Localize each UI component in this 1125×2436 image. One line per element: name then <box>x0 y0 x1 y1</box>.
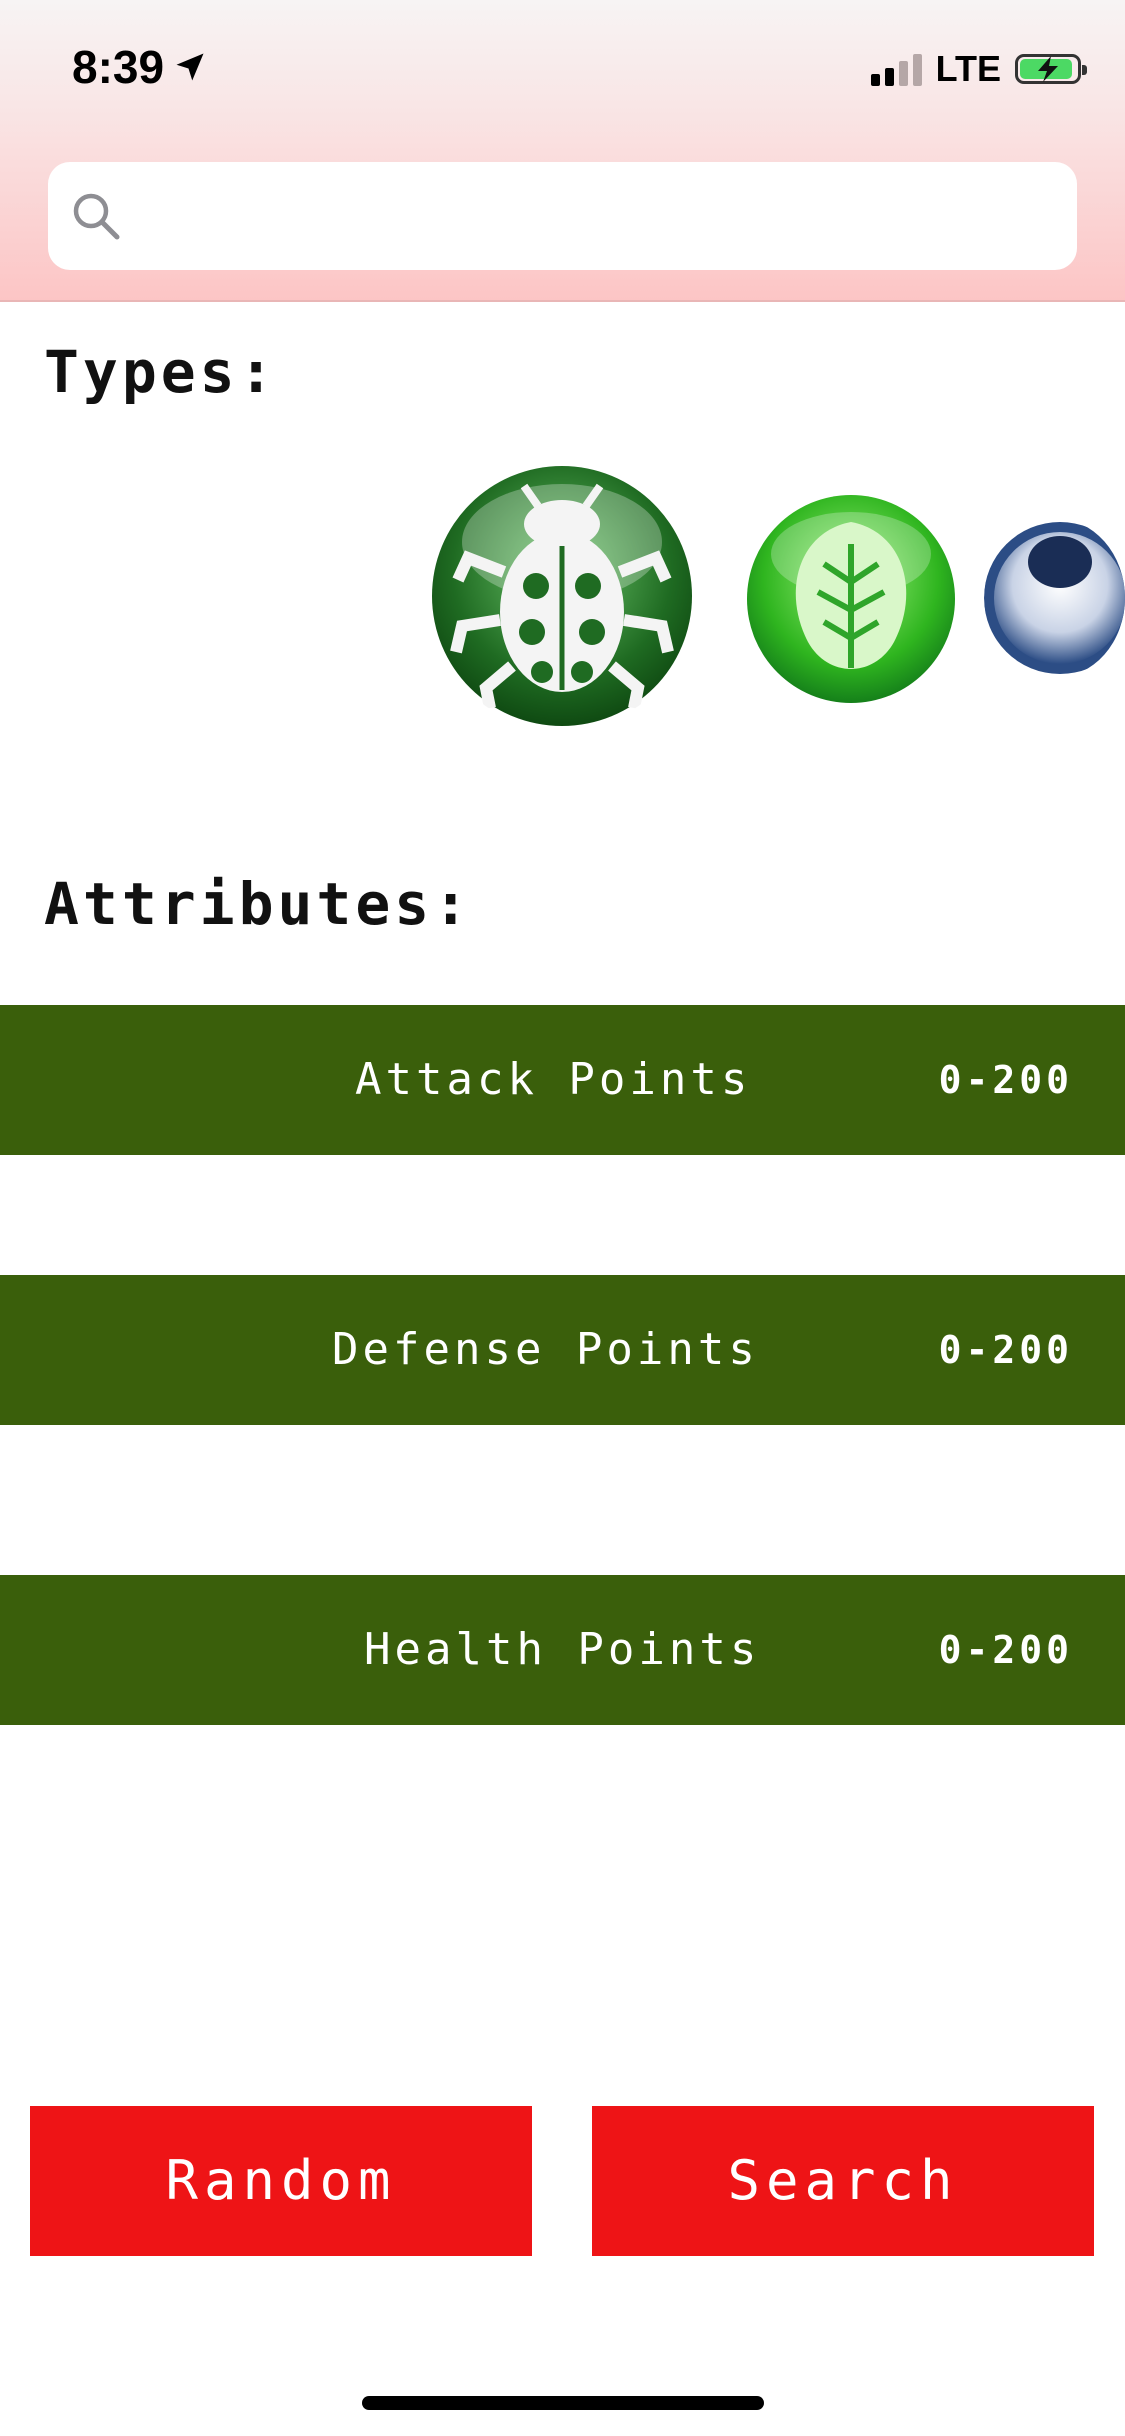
battery-icon <box>1015 54 1087 84</box>
network-label: LTE <box>935 48 1001 89</box>
status-bar-right: LTE <box>870 48 1087 90</box>
location-arrow-icon <box>176 53 204 81</box>
random-button[interactable]: Random <box>30 2106 532 2256</box>
eye-type-icon[interactable] <box>984 518 1125 678</box>
search-input[interactable] <box>144 178 1048 256</box>
defense-points-slider[interactable]: Defense Points 0-200 <box>0 1275 1125 1425</box>
header: 8:39 LTE <box>0 0 1125 302</box>
health-points-slider[interactable]: Health Points 0-200 <box>0 1575 1125 1725</box>
attack-points-label: Attack Points <box>355 1054 752 1105</box>
search-bar[interactable] <box>48 162 1077 270</box>
types-carousel[interactable] <box>0 450 1125 750</box>
attack-points-slider[interactable]: Attack Points 0-200 <box>0 1005 1125 1155</box>
bug-type-icon[interactable] <box>428 462 696 730</box>
health-points-label: Health Points <box>364 1624 761 1675</box>
attributes-heading: Attributes: <box>44 870 473 938</box>
time-label: 8:39 <box>72 41 165 93</box>
attack-points-range: 0-200 <box>938 1058 1073 1102</box>
home-indicator[interactable] <box>362 2396 764 2410</box>
status-bar-time: 8:39 <box>72 40 208 94</box>
defense-points-range: 0-200 <box>938 1328 1073 1372</box>
cellular-signal-icon <box>870 52 922 86</box>
defense-points-label: Defense Points <box>332 1324 759 1375</box>
app-screen: 8:39 LTE Types: Attributes: Attack Point… <box>0 0 1125 2436</box>
search-button[interactable]: Search <box>592 2106 1094 2256</box>
health-points-range: 0-200 <box>938 1628 1073 1672</box>
types-heading: Types: <box>44 338 278 406</box>
search-icon <box>73 193 120 240</box>
grass-type-icon[interactable] <box>744 492 958 706</box>
